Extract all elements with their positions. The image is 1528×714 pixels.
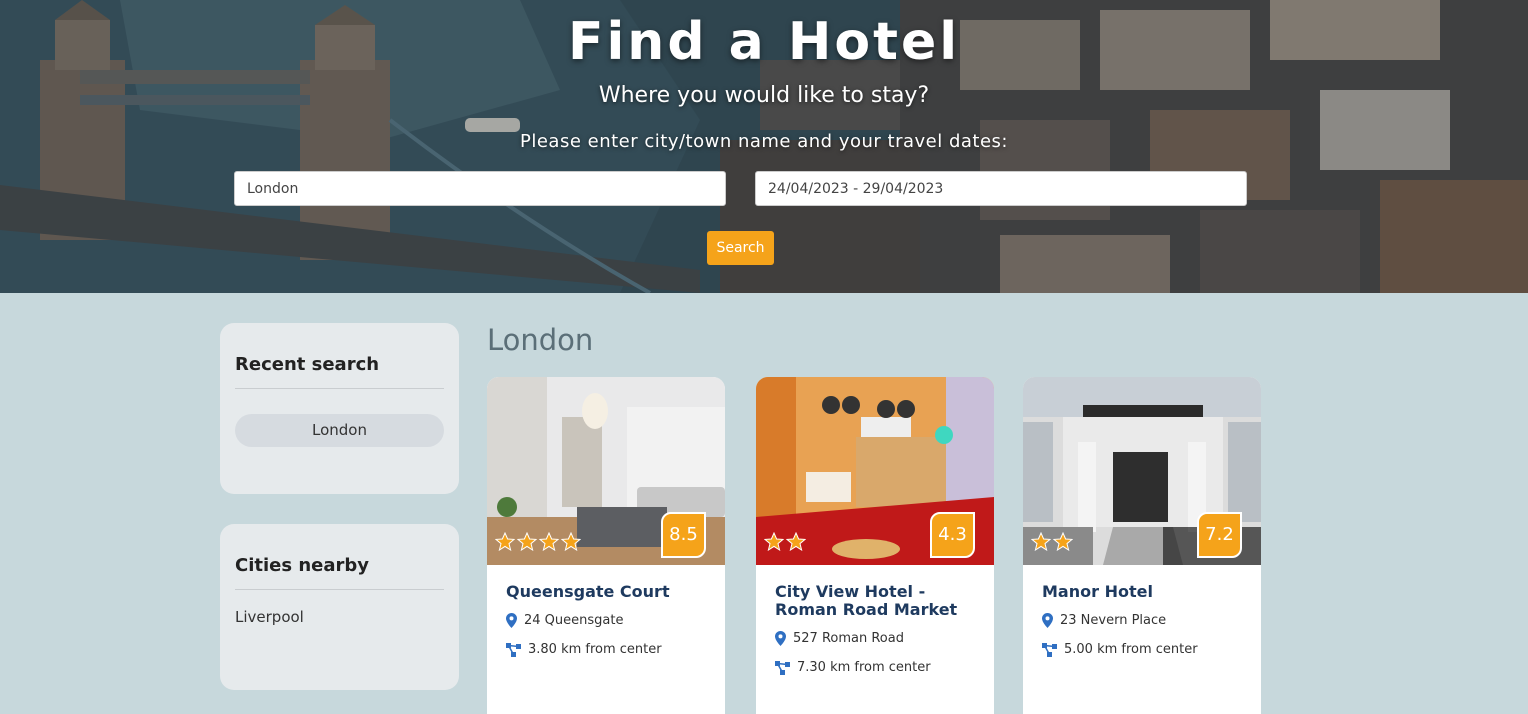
- hotel-distance: 7.30 km from center: [775, 660, 975, 675]
- hotel-photo: 8.5: [487, 377, 725, 565]
- hotel-photo: 7.2: [1023, 377, 1261, 565]
- hotel-photo: 4.3: [756, 377, 994, 565]
- nearby-city-link[interactable]: Liverpool: [235, 608, 444, 626]
- star-rating: [495, 532, 581, 551]
- recent-search-item[interactable]: London: [235, 414, 444, 447]
- hotel-name[interactable]: Manor Hotel: [1042, 583, 1242, 601]
- city-input[interactable]: [234, 171, 726, 206]
- star-icon: [1031, 532, 1051, 551]
- hotel-card[interactable]: 7.2 Manor Hotel 23 Nevern Place 5.00 km …: [1023, 377, 1261, 714]
- star-icon: [539, 532, 559, 551]
- hotel-address: 24 Queensgate: [506, 613, 706, 628]
- route-icon: [506, 642, 521, 657]
- results-heading: London: [487, 323, 594, 357]
- hotel-card[interactable]: 8.5 Queensgate Court 24 Queensgate 3.80 …: [487, 377, 725, 714]
- star-icon: [786, 532, 806, 551]
- hotel-distance: 3.80 km from center: [506, 642, 706, 657]
- review-score: 8.5: [661, 512, 706, 558]
- review-score: 7.2: [1197, 512, 1242, 558]
- page-subtitle: Where you would like to stay?: [598, 83, 930, 108]
- map-pin-icon: [775, 631, 786, 646]
- star-icon: [561, 532, 581, 551]
- hotel-name[interactable]: Queensgate Court: [506, 583, 706, 601]
- map-pin-icon: [506, 613, 517, 628]
- route-icon: [775, 660, 790, 675]
- star-rating: [764, 532, 806, 551]
- star-icon: [495, 532, 515, 551]
- hotel-card[interactable]: 4.3 City View Hotel - Roman Road Market …: [756, 377, 994, 714]
- hero-banner: Find a Hotel Where you would like to sta…: [0, 0, 1528, 293]
- star-rating: [1031, 532, 1073, 551]
- hotel-name[interactable]: City View Hotel - Roman Road Market: [775, 583, 975, 619]
- search-button[interactable]: Search: [707, 231, 774, 265]
- map-pin-icon: [1042, 613, 1053, 628]
- search-instructions: Please enter city/town name and your tra…: [520, 131, 1008, 152]
- star-icon: [1053, 532, 1073, 551]
- cities-nearby-panel: Cities nearby Liverpool: [220, 524, 459, 690]
- date-range-input[interactable]: [755, 171, 1247, 206]
- recent-search-heading: Recent search: [235, 323, 444, 389]
- hotel-address: 527 Roman Road: [775, 631, 975, 646]
- page-title: Find a Hotel: [567, 12, 961, 72]
- recent-search-panel: Recent search London: [220, 323, 459, 494]
- star-icon: [517, 532, 537, 551]
- star-icon: [764, 532, 784, 551]
- route-icon: [1042, 642, 1057, 657]
- hotel-address: 23 Nevern Place: [1042, 613, 1242, 628]
- cities-nearby-heading: Cities nearby: [235, 524, 444, 590]
- hotel-distance: 5.00 km from center: [1042, 642, 1242, 657]
- review-score: 4.3: [930, 512, 975, 558]
